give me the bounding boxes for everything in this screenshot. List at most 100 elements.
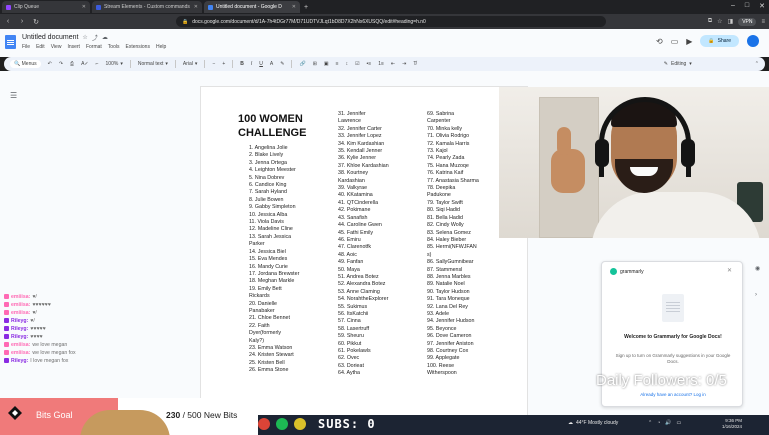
bits-goal-label: Bits Goal: [36, 410, 73, 420]
chat-badge-icon: [4, 294, 9, 299]
cloud-icon[interactable]: ☁: [102, 34, 108, 41]
checklist-icon[interactable]: ☑: [355, 61, 359, 67]
document-page[interactable]: 100 WOMEN CHALLENGE 1. Angelina Jolie 2. …: [200, 86, 528, 426]
volume-icon[interactable]: 🔊: [665, 420, 671, 426]
spotify-app-icon[interactable]: [276, 418, 288, 430]
list-item: 61. Pokelawls: [338, 348, 371, 354]
zoom-select[interactable]: 100% ▾: [106, 61, 123, 67]
indent-decrease-icon[interactable]: ⇤: [391, 61, 395, 67]
history-icon[interactable]: ⟲: [656, 37, 663, 46]
align-icon[interactable]: ≡: [336, 61, 339, 67]
grammarly-side-icon[interactable]: ◉: [755, 265, 760, 272]
vpn-button[interactable]: VPN: [738, 17, 757, 26]
maximize-icon[interactable]: □: [745, 2, 749, 10]
menu-icon[interactable]: ≡: [761, 19, 765, 25]
bullet-list-icon[interactable]: •≡: [367, 61, 372, 67]
menu-help[interactable]: Help: [156, 44, 166, 50]
menu-tools[interactable]: Tools: [108, 44, 120, 50]
underline-icon[interactable]: U: [259, 61, 263, 67]
chat-badge-icon: [4, 318, 9, 323]
tab-stream-elements[interactable]: Stream Elements - Custom commands ✕: [92, 1, 202, 13]
url-field[interactable]: 🔒 docs.google.com/document/d/1A-7h4tDGr7…: [176, 16, 606, 27]
comment-icon[interactable]: ▭: [671, 37, 679, 46]
clock[interactable]: 9:36 PM 1/16/2024: [722, 418, 742, 430]
font-size-decrease[interactable]: −: [212, 61, 215, 67]
clear-format-icon[interactable]: T̸: [413, 61, 416, 67]
forward-icon[interactable]: ›: [18, 18, 26, 25]
grammarly-header: grammarly: [610, 268, 644, 275]
back-icon[interactable]: ‹: [4, 18, 12, 25]
paint-format-icon[interactable]: ⌐: [96, 61, 99, 67]
chevron-right-icon[interactable]: ›: [755, 292, 760, 298]
meet-icon[interactable]: ▶: [686, 37, 692, 46]
print-icon[interactable]: ⎙: [70, 61, 74, 67]
menu-view[interactable]: View: [51, 44, 62, 50]
move-icon[interactable]: ⤴: [92, 33, 98, 42]
menu-edit[interactable]: Edit: [36, 44, 45, 50]
image-icon[interactable]: ▣: [324, 61, 329, 67]
list-item: 42. Pokimane: [338, 207, 371, 214]
close-window-icon[interactable]: ✕: [759, 2, 765, 10]
menu-insert[interactable]: Insert: [67, 44, 80, 50]
italic-icon[interactable]: I: [251, 61, 252, 67]
doc-title[interactable]: Untitled document: [22, 34, 78, 41]
list-item: 50. Maya: [338, 266, 360, 273]
tab-clip-queue[interactable]: Clip Queue ✕: [2, 1, 90, 13]
close-icon[interactable]: ✕: [82, 4, 86, 10]
docs-icon: [208, 4, 213, 10]
chevron-up-icon[interactable]: ⌃: [755, 61, 759, 67]
obs-app-icon[interactable]: [294, 418, 306, 430]
comment-add-icon[interactable]: ⊞: [313, 61, 317, 67]
indent-increase-icon[interactable]: ⇥: [402, 61, 406, 67]
grammarly-logo-icon: [610, 268, 617, 275]
cloud-icon: ☁: [568, 420, 573, 426]
menu-format[interactable]: Format: [86, 44, 102, 50]
menu-search[interactable]: 🔍 Menus: [10, 60, 41, 68]
avatar[interactable]: [747, 35, 759, 47]
star-icon[interactable]: ☆: [82, 34, 87, 41]
link-icon[interactable]: 🔗: [299, 61, 305, 67]
chat-username: emiiisa:: [11, 302, 31, 308]
editing-mode[interactable]: ✎ Editing ▾ ⌃: [664, 61, 759, 67]
extensions-icon[interactable]: ⧉: [708, 18, 712, 25]
reload-icon[interactable]: ↻: [32, 18, 40, 26]
zoom-value: 100%: [105, 61, 119, 67]
text-color-icon[interactable]: A: [270, 61, 273, 67]
chat-username: emiiisa:: [11, 342, 31, 348]
minimize-icon[interactable]: –: [731, 2, 735, 10]
font-size-increase[interactable]: +: [222, 61, 225, 67]
battery-icon[interactable]: ▭: [676, 420, 681, 426]
wallet-icon[interactable]: ◨: [728, 18, 734, 25]
list-item: 15. Eva Mendes: [249, 256, 288, 263]
tab-google-docs[interactable]: Untitled document - Google D ✕: [204, 1, 300, 13]
menu-file[interactable]: File: [22, 44, 30, 50]
docs-logo-icon[interactable]: [5, 35, 16, 49]
font-select[interactable]: Arial ▾: [183, 61, 198, 67]
chevron-up-icon[interactable]: ⌃: [648, 420, 652, 426]
undo-icon[interactable]: ↶: [48, 61, 52, 67]
menu-extensions[interactable]: Extensions: [125, 44, 149, 50]
close-icon[interactable]: ✕: [194, 4, 198, 10]
spellcheck-icon[interactable]: A✓: [81, 61, 89, 67]
wifi-icon[interactable]: ◔: [657, 420, 660, 426]
outline-icon[interactable]: ☰: [10, 91, 17, 100]
list-item: 5. Nina Dobrev: [249, 174, 285, 181]
list-item: 99. Applegate: [427, 355, 460, 362]
close-icon[interactable]: ✕: [727, 267, 732, 274]
line-spacing-icon[interactable]: ↕: [346, 61, 349, 67]
close-icon[interactable]: ✕: [292, 4, 296, 10]
bold-icon[interactable]: B: [240, 61, 244, 67]
redo-icon[interactable]: ↷: [59, 61, 63, 67]
grammarly-login-link[interactable]: Already have an account? Log in: [602, 392, 744, 397]
new-tab-button[interactable]: +: [304, 4, 308, 11]
bookmark-icon[interactable]: ☆: [717, 18, 722, 25]
numbered-list-icon[interactable]: 1≡: [378, 61, 384, 67]
weather-widget[interactable]: ☁ 44°F Mostly cloudy: [568, 420, 618, 426]
screen: Clip Queue ✕ Stream Elements - Custom co…: [0, 0, 769, 435]
chrome-app-icon[interactable]: [258, 418, 270, 430]
list-item: 56. ItsKatchii: [338, 310, 369, 317]
style-select[interactable]: Normal text ▾: [138, 61, 168, 67]
highlight-icon[interactable]: ✎: [280, 61, 284, 67]
list-item: 48. Aoic: [338, 251, 357, 258]
share-button[interactable]: 🔒 Share: [700, 35, 739, 47]
